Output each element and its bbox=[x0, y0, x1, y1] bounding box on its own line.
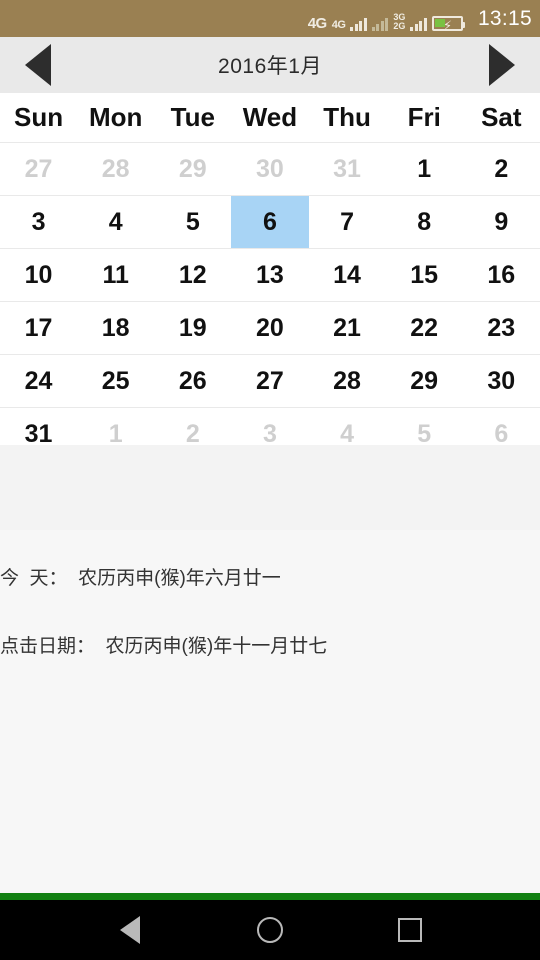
day-cell[interactable]: 15 bbox=[386, 249, 463, 301]
system-navigation-bar bbox=[0, 900, 540, 960]
day-cell[interactable]: 8 bbox=[386, 196, 463, 248]
day-cell[interactable]: 2 bbox=[463, 143, 540, 195]
month-title: 2016年1月 bbox=[218, 55, 322, 78]
week-row-4: 17 18 19 20 21 22 23 bbox=[0, 302, 540, 354]
day-cell[interactable]: 31 bbox=[309, 143, 386, 195]
recents-button[interactable] bbox=[382, 902, 438, 958]
day-cell[interactable]: 19 bbox=[154, 302, 231, 354]
previous-month-button[interactable] bbox=[14, 43, 62, 87]
next-month-button[interactable] bbox=[478, 43, 526, 87]
day-cell[interactable]: 10 bbox=[0, 249, 77, 301]
signal-bars-sim1-icon bbox=[350, 15, 367, 31]
day-cell[interactable]: 1 bbox=[386, 143, 463, 195]
day-cell[interactable]: 24 bbox=[0, 355, 77, 407]
day-cell[interactable]: 28 bbox=[309, 355, 386, 407]
weekday-mon: Mon bbox=[88, 102, 143, 132]
week-row-2: 3 4 5 6 7 8 9 bbox=[0, 196, 540, 248]
sim2-2g-label: 2G bbox=[393, 20, 406, 31]
left-triangle-icon bbox=[25, 44, 51, 86]
recents-square-icon bbox=[398, 918, 422, 942]
week-row-1: 27 28 29 30 31 1 2 bbox=[0, 143, 540, 195]
back-button[interactable] bbox=[102, 902, 158, 958]
back-triangle-icon bbox=[120, 916, 140, 944]
day-cell[interactable]: 9 bbox=[463, 196, 540, 248]
network-type-secondary-label: 4G bbox=[331, 18, 346, 31]
day-cell[interactable]: 7 bbox=[309, 196, 386, 248]
sim2-network-labels: 3G 2G bbox=[393, 12, 406, 31]
weekday-tue: Tue bbox=[170, 102, 215, 132]
day-cell[interactable]: 30 bbox=[231, 143, 308, 195]
day-cell[interactable]: 28 bbox=[77, 143, 154, 195]
home-button[interactable] bbox=[242, 902, 298, 958]
signal-indicators: 4G 4G 3G 2G ⚡ 13:15 bbox=[307, 6, 532, 33]
day-cell[interactable]: 25 bbox=[77, 355, 154, 407]
accent-bar bbox=[0, 893, 540, 900]
battery-charging-icon: ⚡ bbox=[431, 15, 465, 33]
signal-bars-sim2-icon bbox=[410, 15, 427, 31]
calendar-grid: Sun Mon Tue Wed Thu Fri Sat 27 28 29 30 … bbox=[0, 93, 540, 460]
week-row-3: 10 11 12 13 14 15 16 bbox=[0, 249, 540, 301]
day-cell[interactable]: 23 bbox=[463, 302, 540, 354]
today-lunar-text: 今 天： 农历丙申(猴)年六月廿一 bbox=[0, 568, 281, 589]
day-cell[interactable]: 21 bbox=[309, 302, 386, 354]
weekday-thu: Thu bbox=[323, 102, 371, 132]
day-cell[interactable]: 4 bbox=[77, 196, 154, 248]
status-clock: 13:15 bbox=[477, 6, 532, 30]
day-cell[interactable]: 3 bbox=[0, 196, 77, 248]
month-navigation-bar: 2016年1月 bbox=[0, 37, 540, 93]
day-cell[interactable]: 18 bbox=[77, 302, 154, 354]
day-cell[interactable]: 27 bbox=[231, 355, 308, 407]
home-circle-icon bbox=[257, 917, 283, 943]
day-cell[interactable]: 14 bbox=[309, 249, 386, 301]
weekday-wed: Wed bbox=[242, 102, 298, 132]
day-cell[interactable]: 26 bbox=[154, 355, 231, 407]
week-row-5: 24 25 26 27 28 29 30 bbox=[0, 355, 540, 407]
day-cell[interactable]: 11 bbox=[77, 249, 154, 301]
day-cell[interactable]: 29 bbox=[386, 355, 463, 407]
right-triangle-icon bbox=[489, 44, 515, 86]
weekday-fri: Fri bbox=[407, 102, 441, 132]
day-cell[interactable]: 29 bbox=[154, 143, 231, 195]
day-cell[interactable]: 16 bbox=[463, 249, 540, 301]
day-cell[interactable]: 27 bbox=[0, 143, 77, 195]
signal-bars-sim1b-icon bbox=[371, 15, 389, 31]
day-cell-selected[interactable]: 6 bbox=[231, 196, 309, 248]
phone-screen: 4G 4G 3G 2G ⚡ 13:15 2016年1月 Sun Mon Tue … bbox=[0, 0, 540, 960]
day-cell[interactable]: 30 bbox=[463, 355, 540, 407]
weekday-header-row: Sun Mon Tue Wed Thu Fri Sat bbox=[0, 93, 540, 142]
network-type-primary-label: 4G bbox=[307, 14, 328, 32]
weekday-sun: Sun bbox=[14, 102, 64, 132]
clicked-date-lunar-text: 点击日期： 农历丙申(猴)年十一月廿七 bbox=[0, 636, 328, 657]
status-bar: 4G 4G 3G 2G ⚡ 13:15 bbox=[0, 0, 540, 37]
day-cell[interactable]: 5 bbox=[154, 196, 231, 248]
day-cell[interactable]: 22 bbox=[386, 302, 463, 354]
day-cell[interactable]: 17 bbox=[0, 302, 77, 354]
lunar-info-panel: 今 天： 农历丙申(猴)年六月廿一 点击日期： 农历丙申(猴)年十一月廿七 bbox=[0, 445, 540, 893]
weekday-sat: Sat bbox=[481, 102, 522, 132]
day-cell[interactable]: 13 bbox=[231, 249, 308, 301]
day-cell[interactable]: 12 bbox=[154, 249, 231, 301]
day-cell[interactable]: 20 bbox=[231, 302, 308, 354]
